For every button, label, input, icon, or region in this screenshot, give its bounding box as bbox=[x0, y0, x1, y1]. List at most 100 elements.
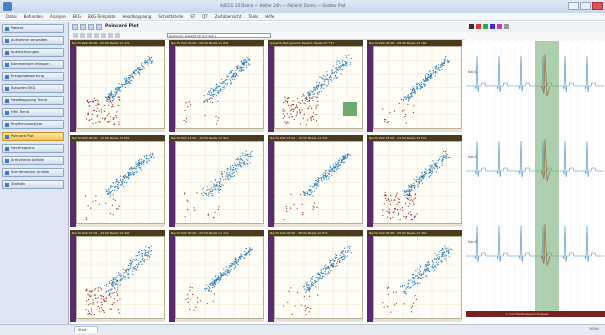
measure-icon[interactable] bbox=[497, 24, 502, 29]
ectopic-point bbox=[116, 299, 118, 302]
menu-item[interactable]: Headkopplung bbox=[122, 14, 151, 19]
beat-point bbox=[206, 189, 208, 191]
sidebar-item-recording[interactable]: Aufnahme verwalten bbox=[2, 36, 64, 45]
ectopic-point bbox=[407, 103, 409, 105]
sidebar-item-episodes[interactable]: Episoden EKG bbox=[2, 84, 64, 93]
scatter-panel[interactable]: Nacht Zeit 00:00 - 03:00 Beats 12 111 bbox=[70, 40, 165, 132]
beat-point bbox=[224, 271, 226, 273]
scatter-panel[interactable]: Nacht Zeit 00:00 - 03:00 Beats 11 711 bbox=[169, 230, 264, 322]
beat-point bbox=[311, 191, 313, 193]
scatter-svg bbox=[77, 237, 164, 318]
selection-band[interactable] bbox=[535, 41, 559, 311]
sidebar-item-poincare[interactable]: Poincaré Plot bbox=[2, 132, 64, 141]
scatter-plot-area bbox=[373, 46, 462, 129]
refresh-icon[interactable] bbox=[115, 33, 120, 38]
beat-point bbox=[231, 77, 233, 79]
sidebar-item-head-trend[interactable]: Headkopplung Trend bbox=[2, 96, 64, 105]
sidebar-item-records[interactable]: Aufzeichnungen bbox=[2, 48, 64, 57]
sidebar-item-patient[interactable]: Patient bbox=[2, 24, 64, 33]
beat-point bbox=[235, 169, 237, 171]
layout-icon[interactable] bbox=[504, 24, 509, 29]
beat-point bbox=[340, 73, 342, 75]
tab-start[interactable]: Start bbox=[74, 326, 98, 333]
scatter-panel[interactable]: Gesamt Zeit gesamt Bewert. Beats 07 771 bbox=[268, 40, 363, 132]
menu-item[interactable]: EKG-Template bbox=[88, 14, 116, 19]
menu-item[interactable]: Hilfe bbox=[265, 14, 274, 19]
sidebar-item-rhythm[interactable]: Rhythmusanalyse bbox=[2, 120, 64, 129]
ectopic-point bbox=[109, 212, 111, 214]
beat-point bbox=[225, 178, 227, 180]
zoom-out-icon[interactable] bbox=[80, 33, 85, 38]
zoom-icon[interactable] bbox=[490, 24, 495, 29]
ectopic-point bbox=[89, 295, 91, 298]
scatter-panel[interactable]: Nacht Zeit 12:00 - 15:00 Beats 12 911 bbox=[169, 135, 264, 227]
menu-item[interactable]: Datei bbox=[6, 14, 17, 19]
beat-point bbox=[143, 156, 145, 158]
menu-item[interactable]: Schnittstelle bbox=[158, 14, 183, 19]
beat-point bbox=[335, 265, 337, 267]
beat-point bbox=[315, 182, 317, 184]
menu-item[interactable]: Zeitübersicht bbox=[215, 14, 242, 19]
beat-point bbox=[402, 99, 405, 101]
menu-item[interactable]: QT bbox=[202, 14, 208, 19]
back-icon[interactable] bbox=[72, 24, 78, 30]
help-icon[interactable] bbox=[108, 33, 113, 38]
sidebar-item-hrv-trend[interactable]: HRV Trend bbox=[2, 108, 64, 117]
heart-icon bbox=[5, 147, 9, 151]
sidebar-item-statistics[interactable]: Statistik bbox=[2, 180, 64, 189]
scatter-panel[interactable]: Nacht Zeit 06:00 - 09:00 Beats 13 101 bbox=[367, 40, 462, 132]
sidebar-item-arrhythmia[interactable]: Arrhythmie Anfälle bbox=[2, 156, 64, 165]
menu-item[interactable]: ST bbox=[190, 14, 195, 19]
menu-item[interactable]: Tools bbox=[248, 14, 258, 19]
beat-point bbox=[232, 263, 234, 265]
beat-point bbox=[220, 275, 222, 277]
beat-point bbox=[444, 258, 446, 260]
ectopic-point bbox=[309, 97, 311, 99]
ectopic-point bbox=[287, 301, 289, 303]
ectopic-point bbox=[384, 191, 386, 193]
sidebar-item-comments[interactable]: Kommentare erfassen bbox=[2, 60, 64, 69]
scatter-panel[interactable]: Nacht Zeit 06:00 - 09:00 Beats 12 451 bbox=[367, 230, 462, 322]
beat-point bbox=[436, 259, 438, 261]
sidebar-item-events[interactable]: Ereignisbewertung bbox=[2, 72, 64, 81]
beat-point bbox=[433, 162, 435, 164]
sidebar-item-heart-rate[interactable]: Herzfrequenz bbox=[2, 144, 64, 153]
grid-icon[interactable] bbox=[87, 33, 92, 38]
beat-point bbox=[441, 159, 444, 161]
minimize-button[interactable] bbox=[568, 2, 579, 10]
scatter-panel[interactable]: Nacht Zeit 03:00 - 06:00 Beats 11 841 bbox=[169, 40, 264, 132]
menu-item[interactable]: Analyse bbox=[50, 14, 66, 19]
annotation-icon[interactable] bbox=[483, 24, 488, 29]
export-icon[interactable] bbox=[101, 33, 106, 38]
print-icon[interactable] bbox=[88, 24, 94, 30]
play-icon[interactable] bbox=[469, 24, 474, 29]
beat-point bbox=[324, 176, 326, 178]
color-icon[interactable] bbox=[94, 33, 99, 38]
range-select[interactable]: Zeitraum: Gesamt (Ψ ≤ 0 Sek.) bbox=[167, 33, 271, 38]
zoom-in-icon[interactable] bbox=[73, 33, 78, 38]
ectopic-point bbox=[414, 197, 417, 199]
menu-item[interactable]: EKG bbox=[73, 14, 81, 19]
ectopic-point bbox=[401, 207, 404, 209]
close-button[interactable] bbox=[592, 2, 603, 10]
menu-item[interactable]: Befunden bbox=[24, 14, 43, 19]
forward-icon[interactable] bbox=[80, 24, 86, 30]
maximize-button[interactable] bbox=[580, 2, 591, 10]
scatter-panel[interactable]: Nacht Zeit 18:00 - 21:00 Beats 14 011 bbox=[367, 135, 462, 227]
beat-point bbox=[303, 95, 305, 97]
sidebar-item-pacemaker[interactable]: Schrittmacher Anfälle bbox=[2, 168, 64, 177]
scatter-panel[interactable]: Nacht Zeit 15:00 - 18:00 Beats 13 201 bbox=[268, 135, 363, 227]
marker-icon[interactable] bbox=[476, 24, 481, 29]
scatter-panel[interactable]: Nacht Zeit 09:00 - 12:00 Beats 13 651 bbox=[70, 135, 165, 227]
beat-point bbox=[421, 176, 424, 178]
settings-icon[interactable] bbox=[96, 24, 102, 30]
scatter-panel[interactable]: Nacht Zeit 21:00 - 24:00 Beats 12 401 bbox=[70, 230, 165, 322]
beat-point bbox=[211, 278, 213, 280]
beat-point bbox=[148, 158, 150, 160]
ectopic-point bbox=[282, 108, 284, 110]
scatter-panel[interactable]: Nacht Zeit 03:00 - 06:00 Beats 10 871 bbox=[268, 230, 363, 322]
ectopic-point bbox=[187, 208, 189, 211]
beat-point bbox=[320, 85, 322, 87]
tab-poincare[interactable]: Poincaré Plot bbox=[105, 24, 139, 29]
ectopic-point bbox=[393, 210, 395, 212]
